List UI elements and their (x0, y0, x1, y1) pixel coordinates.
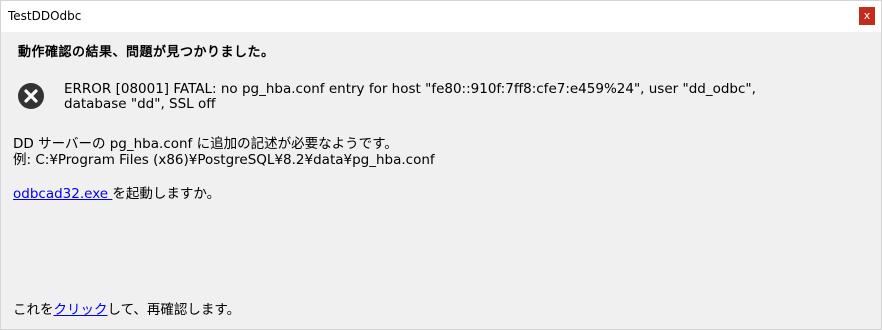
recheck-prefix: これを (13, 302, 54, 318)
recheck-click-link[interactable]: クリック (54, 302, 108, 318)
odbcad32-link[interactable]: odbcad32.exe (13, 186, 112, 202)
info-text-hba: DD サーバーの pg_hba.conf に追加の記述が必要なようです。 (13, 136, 398, 152)
error-x-circle-icon (18, 83, 44, 109)
title-bar: TestDDOdbc x (1, 1, 881, 32)
info-text-example-path: 例: C:¥Program Files (x86)¥PostgreSQL¥8.2… (13, 152, 435, 168)
window-title: TestDDOdbc (8, 9, 82, 23)
launch-prompt: odbcad32.exe を起動しますか。 (13, 186, 220, 202)
recheck-prompt: これをクリックして、再確認します。 (13, 302, 240, 318)
close-button[interactable]: x (859, 7, 875, 25)
launch-prompt-suffix: を起動しますか。 (112, 186, 221, 202)
error-message-line-1: ERROR [08001] FATAL: no pg_hba.conf entr… (64, 81, 756, 97)
dialog-window: TestDDOdbc x 動作確認の結果、問題が見つかりました。 ERROR [… (0, 0, 882, 330)
result-headline: 動作確認の結果、問題が見つかりました。 (18, 45, 275, 60)
error-message: ERROR [08001] FATAL: no pg_hba.conf entr… (64, 82, 864, 112)
recheck-suffix: して、再確認します。 (107, 302, 241, 318)
error-message-line-2: database "dd", SSL off (64, 96, 216, 112)
